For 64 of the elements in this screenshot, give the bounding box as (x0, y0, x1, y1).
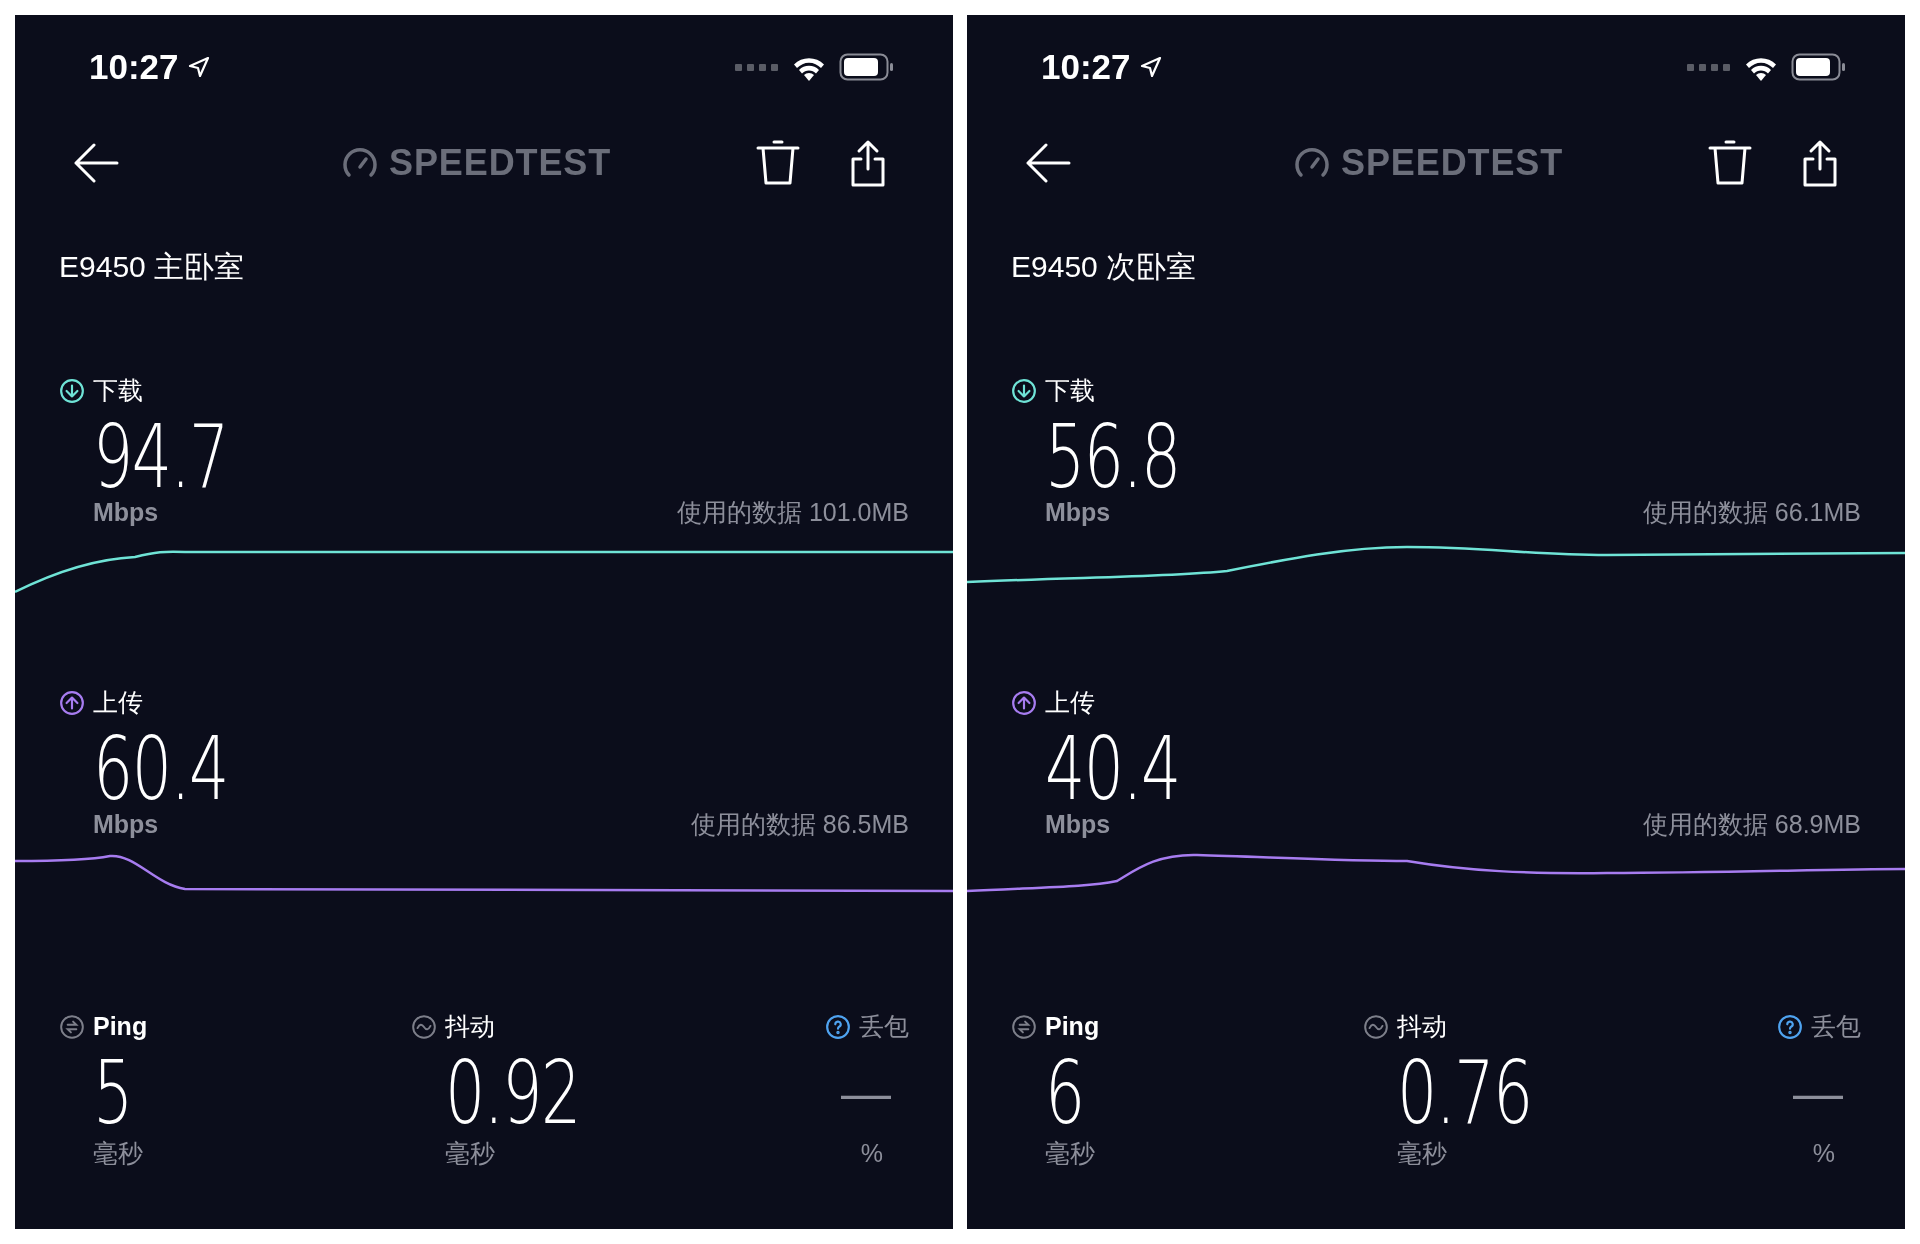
data-used: 使用的数据 86.5MB (690, 808, 909, 840)
speed-unit: Mbps (1045, 808, 1111, 840)
speed-unit: Mbps (93, 496, 159, 528)
wave-icon (1363, 1014, 1389, 1040)
location-icon (1138, 55, 1163, 79)
speed-value: 40.4 (1045, 727, 1180, 811)
status-time: 10:27 (1041, 45, 1131, 88)
metric-label: Ping (93, 1011, 148, 1043)
speed-unit: Mbps (1045, 496, 1111, 528)
metric-value: 0.76 (1397, 1051, 1532, 1135)
speed-value: 94.7 (93, 415, 228, 499)
data-used: 使用的数据 68.9MB (1642, 808, 1861, 840)
speedtest-logo: SPEEDTEST (1341, 141, 1564, 185)
metric-unit: 毫秒 (1397, 1138, 1448, 1167)
test-title: E9450 主卧室 (58, 249, 246, 285)
data-used: 使用的数据 101.0MB (677, 496, 909, 528)
metric-value: 6 (1045, 1051, 1084, 1135)
metric-label: Ping (1045, 1011, 1100, 1043)
battery-icon (1791, 53, 1847, 81)
speed-value: 56.8 (1045, 415, 1180, 499)
help-icon (1777, 1014, 1803, 1040)
gauge-icon (341, 148, 379, 178)
trash-icon (1708, 139, 1752, 187)
ping-icon (59, 1014, 85, 1040)
back-arrow-icon (1025, 143, 1071, 183)
upload-label: 上传 (93, 687, 143, 719)
download-label: 下载 (93, 375, 143, 407)
metric-unit: 毫秒 (1045, 1138, 1096, 1167)
metric-label: 丢包 (1811, 1011, 1861, 1043)
data-used: 使用的数据 66.1MB (1642, 496, 1861, 528)
help-icon (825, 1014, 851, 1040)
metric-unit: 毫秒 (93, 1138, 144, 1167)
signal-icon (1687, 62, 1731, 72)
upload-label: 上传 (1045, 687, 1095, 719)
signal-icon (735, 62, 779, 72)
status-time: 10:27 (89, 45, 179, 88)
metric-unit: % (860, 1138, 883, 1167)
battery-icon (839, 53, 895, 81)
metric-label: 抖动 (445, 1011, 495, 1043)
metric-unit: % (1812, 1138, 1835, 1167)
speed-value: 60.4 (93, 727, 228, 811)
speed-unit: Mbps (93, 808, 159, 840)
metric-value: 5 (93, 1051, 132, 1135)
trash-icon (756, 139, 800, 187)
wave-icon (411, 1014, 437, 1040)
speedtest-logo: SPEEDTEST (389, 141, 612, 185)
metric-value: — (841, 1064, 891, 1123)
metric-value: — (1793, 1064, 1843, 1123)
metric-value: 0.92 (445, 1051, 580, 1135)
download-icon (1011, 378, 1037, 404)
ping-icon (1011, 1014, 1037, 1040)
share-icon (1802, 139, 1838, 187)
back-arrow-icon (73, 143, 119, 183)
download-icon (59, 378, 85, 404)
upload-icon (59, 690, 85, 716)
metric-label: 丢包 (859, 1011, 909, 1043)
test-title: E9450 次卧室 (1010, 249, 1198, 285)
share-icon (850, 139, 886, 187)
metric-label: 抖动 (1397, 1011, 1447, 1043)
metric-unit: 毫秒 (445, 1138, 496, 1167)
upload-icon (1011, 690, 1037, 716)
gauge-icon (1293, 148, 1331, 178)
download-label: 下载 (1045, 375, 1095, 407)
location-icon (186, 55, 211, 79)
